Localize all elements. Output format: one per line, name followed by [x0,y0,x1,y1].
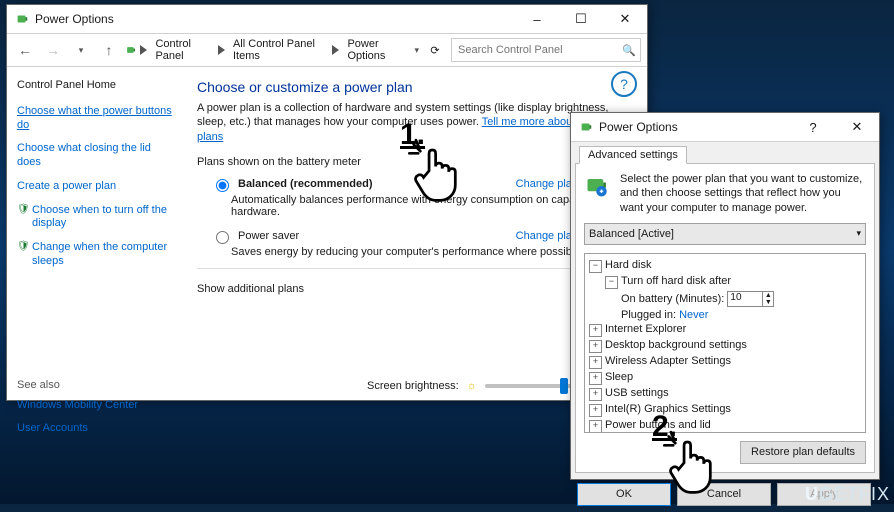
sidebar-link-create-plan[interactable]: Create a power plan [17,180,177,194]
dialog-title: Power Options [599,120,678,134]
tree-plugged-in[interactable]: Plugged in: Never [587,308,863,322]
plan-power-saver-radio[interactable] [216,231,229,244]
show-additional-plans[interactable]: Show additional plans [197,283,304,295]
refresh-button[interactable]: ⟳ [423,44,447,57]
dialog-titlebar: Power Options ? ✕ [571,113,879,142]
cancel-button[interactable]: Cancel [677,483,771,506]
search-icon[interactable]: 🔍 [622,44,636,57]
tree-on-battery[interactable]: On battery (Minutes): 10▲▼ [587,290,863,308]
chevron-right-icon [140,45,147,55]
plan-combo-value: Balanced [Active] [589,228,674,240]
see-also-label: See also [17,379,177,391]
ok-button[interactable]: OK [577,483,671,506]
close-button[interactable]: ✕ [603,5,647,33]
battery-plug-icon [584,172,612,200]
plan-power-saver-label: Power saver [238,230,299,242]
shield-icon: 🛡 [17,204,27,242]
tree-intel-graphics[interactable]: +Intel(R) Graphics Settings [587,402,863,418]
plan-power-saver: Power saver Change plan settings Saves e… [211,228,629,258]
expand-icon[interactable]: + [589,372,602,385]
minimize-button[interactable]: – [515,5,559,33]
chevron-right-icon [218,45,225,55]
window-title: Power Options [35,12,114,26]
dialog-body: Select the power plan that you want to c… [575,164,875,473]
search-input[interactable] [456,43,622,57]
breadcrumb-dropdown[interactable]: ▾ [414,45,419,56]
navbar: ← → ▾ ↑ Control Panel All Control Panel … [7,34,647,67]
tree-power-buttons-lid[interactable]: +Power buttons and lid [587,418,863,433]
plan-balanced-label: Balanced (recommended) [238,178,372,190]
sidebar-link-closing-lid[interactable]: Choose what closing the lid does [17,142,177,170]
power-icon [15,12,29,26]
brightness-low-icon: ☼ [467,380,477,392]
power-icon [579,120,593,134]
up-button[interactable]: ↑ [97,38,121,62]
tree-hard-disk[interactable]: −Hard disk [587,258,863,274]
settings-tree[interactable]: −Hard disk −Turn off hard disk after On … [584,253,866,433]
dialog-close-button[interactable]: ✕ [835,113,879,141]
expand-icon[interactable]: + [589,356,602,369]
slider-thumb[interactable] [560,378,568,394]
tree-desktop-background[interactable]: +Desktop background settings [587,338,863,354]
sidebar-link-turn-off-display[interactable]: Choose when to turn off the display [32,204,177,232]
watermark: UGETFIX [805,484,890,505]
maximize-button[interactable]: ☐ [559,5,603,33]
tree-internet-explorer[interactable]: +Internet Explorer [587,322,863,338]
expand-icon[interactable]: + [589,388,602,401]
plans-group-label: Plans shown on the battery meter [197,156,629,168]
history-dropdown[interactable]: ▾ [69,38,93,62]
shield-icon: 🛡 [17,241,27,279]
collapse-icon[interactable]: − [605,276,618,289]
page-description: A power plan is a collection of hardware… [197,101,629,144]
spinner-icon[interactable]: ▲▼ [763,291,774,307]
expand-icon[interactable]: + [589,340,602,353]
dialog-description: Select the power plan that you want to c… [620,172,866,215]
sidebar-link-computer-sleeps[interactable]: Change when the computer sleeps [32,241,177,269]
plugged-in-value[interactable]: Never [679,309,708,321]
breadcrumb-item[interactable]: Power Options [343,36,410,64]
sidebar-home-link[interactable]: Control Panel Home [17,79,177,93]
forward-button[interactable]: → [41,38,65,62]
back-button[interactable]: ← [13,38,37,62]
breadcrumb-item[interactable]: Control Panel [151,36,214,64]
breadcrumb-item[interactable]: All Control Panel Items [229,36,329,64]
expand-icon[interactable]: + [589,324,602,337]
expand-icon[interactable]: + [589,404,602,417]
sidebar-link-mobility-center[interactable]: Windows Mobility Center [17,399,177,413]
page-heading: Choose or customize a power plan [197,79,629,95]
breadcrumb[interactable]: Control Panel All Control Panel Items Po… [125,39,410,61]
expand-icon[interactable]: + [589,420,602,433]
on-battery-minutes-input[interactable]: 10 [727,291,763,307]
help-button[interactable]: ? [611,71,637,97]
plan-balanced-radio[interactable] [216,179,229,192]
sidebar: Control Panel Home Choose what the power… [7,67,187,402]
tree-wireless-adapter[interactable]: +Wireless Adapter Settings [587,354,863,370]
power-icon [125,43,136,57]
search-box[interactable]: 🔍 [451,38,641,62]
tree-turn-off-hard-disk[interactable]: −Turn off hard disk after [587,274,863,290]
tab-advanced-settings[interactable]: Advanced settings [579,146,687,164]
tree-sleep[interactable]: +Sleep [587,370,863,386]
chevron-right-icon [332,45,339,55]
power-options-window: Power Options – ☐ ✕ ← → ▾ ↑ Control Pane… [6,4,648,401]
plan-balanced: Balanced (recommended) Change plan setti… [211,176,629,218]
tree-usb[interactable]: +USB settings [587,386,863,402]
sidebar-link-user-accounts[interactable]: User Accounts [17,422,177,436]
brightness-label: Screen brightness: [367,380,459,392]
titlebar: Power Options – ☐ ✕ [7,5,647,34]
advanced-power-dialog: Power Options ? ✕ Advanced settings Sele… [570,112,880,480]
tab-strip: Advanced settings [575,144,875,164]
chevron-down-icon: ▾ [856,228,861,239]
sidebar-link-power-buttons[interactable]: Choose what the power buttons do [17,105,177,133]
collapse-icon[interactable]: − [589,260,602,273]
dialog-help-button[interactable]: ? [791,113,835,141]
restore-defaults-button[interactable]: Restore plan defaults [740,441,866,464]
plan-combo[interactable]: Balanced [Active] ▾ [584,223,866,245]
